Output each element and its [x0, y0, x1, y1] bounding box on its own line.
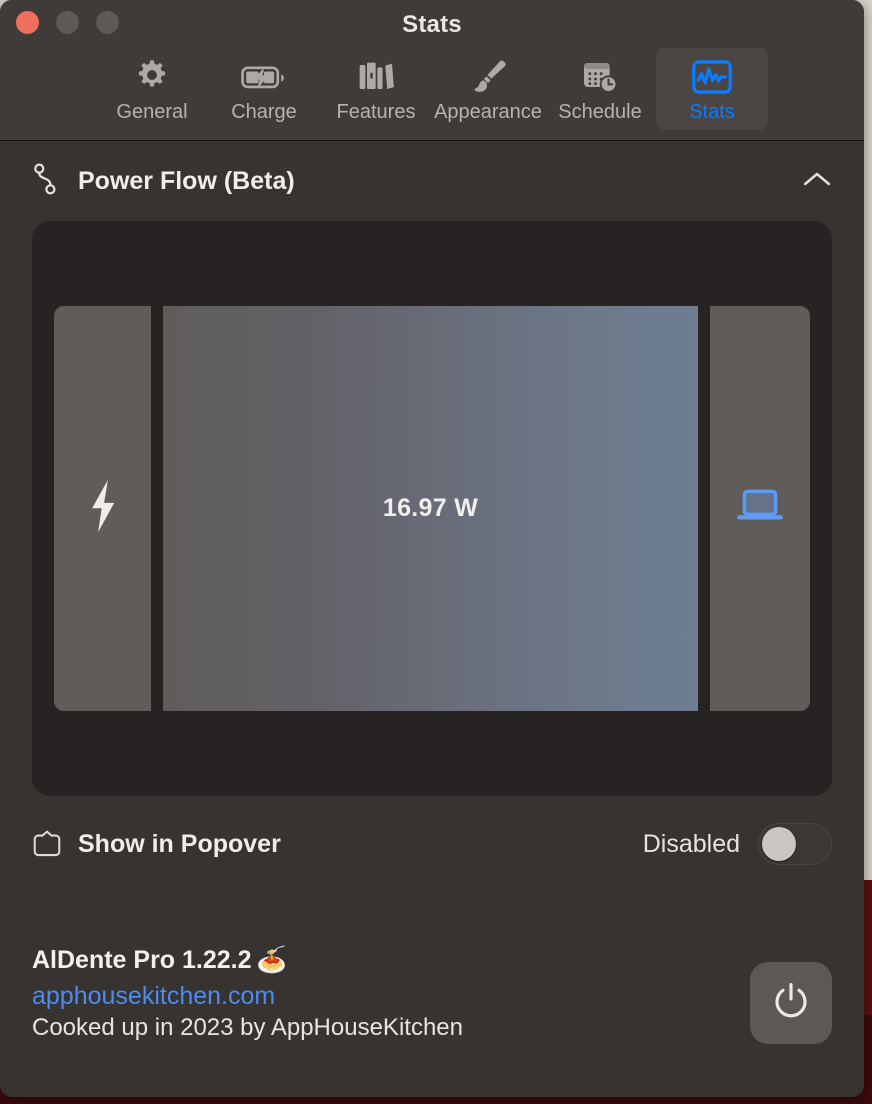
- tab-charge[interactable]: Charge: [208, 48, 320, 130]
- app-name: AlDente Pro 1.22.2: [32, 946, 252, 974]
- calendar-clock-icon: [546, 56, 654, 98]
- tab-features-label: Features: [336, 101, 416, 123]
- stats-window: Stats General Charge Features Appearance…: [0, 0, 864, 1097]
- power-flow-chart: 16.97 W: [32, 221, 832, 796]
- sankey-diagram: 16.97 W: [54, 306, 810, 711]
- sankey-link: 16.97 W: [163, 306, 698, 711]
- tab-charge-label: Charge: [231, 101, 297, 123]
- sankey-gap-right: [698, 306, 710, 711]
- close-button[interactable]: [16, 11, 39, 34]
- flow-path-icon: [32, 162, 66, 201]
- books-icon: [322, 56, 430, 98]
- popover-toggle-state: Disabled: [642, 829, 740, 858]
- pasta-emoji: 🍝: [255, 946, 288, 974]
- window-title: Stats: [402, 11, 462, 38]
- bolt-icon: [86, 478, 120, 539]
- tab-stats-label: Stats: [689, 101, 735, 123]
- sankey-gap-left: [151, 306, 163, 711]
- footer: AlDente Pro 1.22.2 🍝 apphousekitchen.com…: [32, 892, 832, 1044]
- toolbar: General Charge Features Appearance Sched…: [0, 40, 864, 140]
- tab-features[interactable]: Features: [320, 48, 432, 130]
- tab-appearance-label: Appearance: [434, 101, 542, 123]
- gear-icon: [98, 56, 206, 98]
- show-in-popover-toggle[interactable]: [758, 823, 832, 865]
- tab-stats[interactable]: Stats: [656, 48, 768, 130]
- tab-general-label: General: [116, 101, 188, 123]
- content-area: Power Flow (Beta) 16.97 W Show in Popove…: [0, 141, 864, 1044]
- titlebar: Stats General Charge Features Appearance…: [0, 0, 864, 141]
- tab-schedule[interactable]: Schedule: [544, 48, 656, 130]
- power-value-label: 16.97 W: [382, 494, 479, 522]
- quit-button[interactable]: [750, 962, 832, 1044]
- about-block: AlDente Pro 1.22.2 🍝 apphousekitchen.com…: [32, 944, 463, 1044]
- popover-icon: [32, 829, 66, 859]
- power-flow-header[interactable]: Power Flow (Beta): [32, 141, 832, 221]
- waveform-icon: [658, 56, 766, 98]
- minimize-button[interactable]: [56, 11, 79, 34]
- zoom-button[interactable]: [96, 11, 119, 34]
- sankey-node-source: [54, 306, 151, 711]
- chevron-up-icon[interactable]: [802, 169, 832, 194]
- tab-appearance[interactable]: Appearance: [432, 48, 544, 130]
- paintbrush-icon: [434, 56, 542, 98]
- popover-toggle-group: Disabled: [643, 823, 832, 865]
- traffic-lights: [16, 11, 119, 34]
- sankey-node-sink: [710, 306, 810, 711]
- show-in-popover-label: Show in Popover: [78, 829, 281, 858]
- page-title: Power Flow (Beta): [78, 166, 295, 195]
- toggle-knob: [762, 827, 796, 861]
- power-icon: [770, 980, 812, 1027]
- show-in-popover-row[interactable]: Show in Popover Disabled: [32, 796, 832, 892]
- website-link[interactable]: apphousekitchen.com: [32, 980, 463, 1012]
- laptop-icon: [734, 487, 786, 530]
- battery-bolt-icon: [210, 56, 318, 98]
- credit-line: Cooked up in 2023 by AppHouseKitchen: [32, 1014, 463, 1041]
- tab-general[interactable]: General: [96, 48, 208, 130]
- tab-schedule-label: Schedule: [558, 101, 642, 123]
- app-version-line: AlDente Pro 1.22.2 🍝: [32, 944, 463, 980]
